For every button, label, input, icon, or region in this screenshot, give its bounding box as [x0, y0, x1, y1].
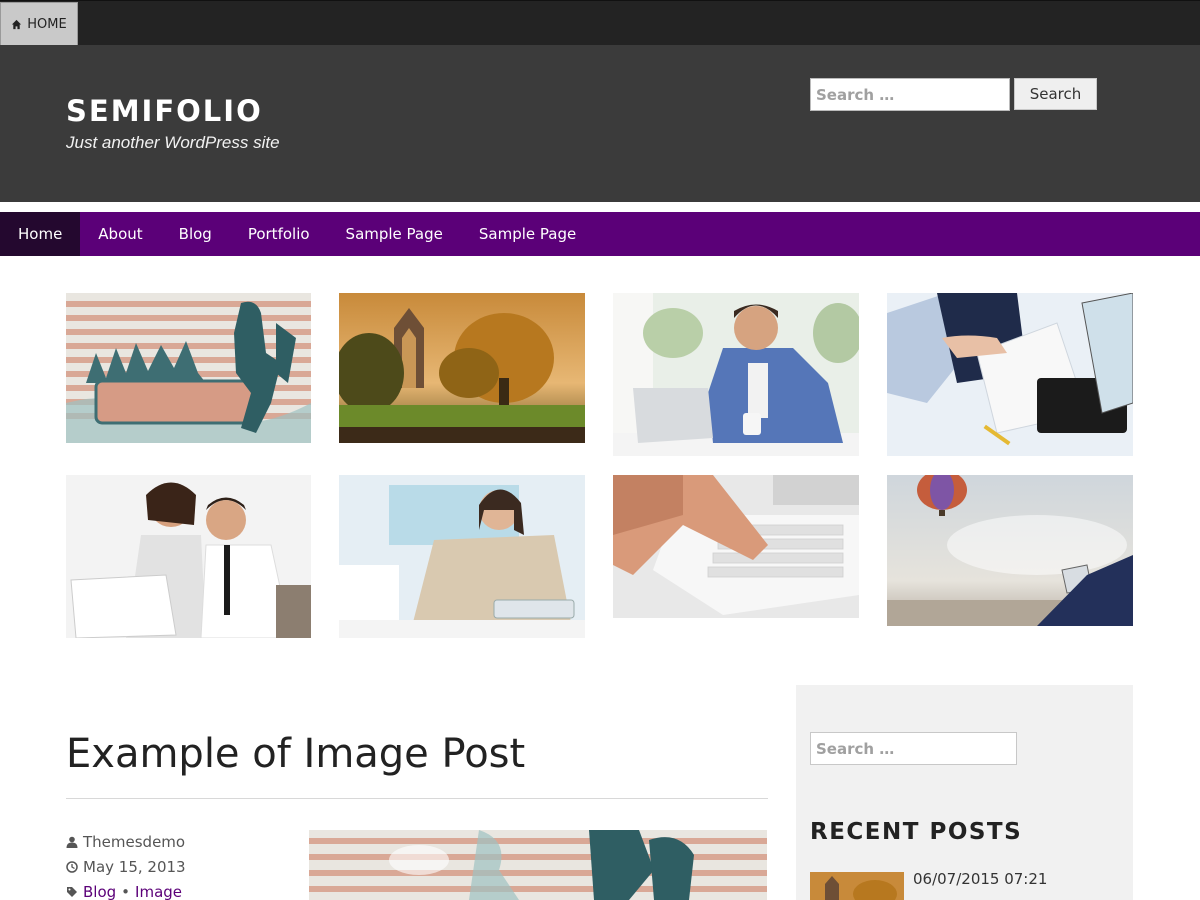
user-icon: [66, 836, 78, 848]
nav-item-sample-page[interactable]: Sample Page: [328, 212, 461, 256]
gallery-image-abbey[interactable]: [339, 293, 585, 443]
home-button-label: HOME: [27, 16, 67, 32]
post-title[interactable]: Example of Image Post: [66, 731, 525, 777]
post-date-text[interactable]: May 15, 2013: [83, 858, 186, 876]
gallery-image-hand-keyboard[interactable]: [613, 475, 859, 618]
gallery-image-business-documents[interactable]: [887, 293, 1133, 456]
site-title[interactable]: SEMIFOLIO: [66, 94, 263, 128]
category-link-image[interactable]: Image: [135, 883, 182, 900]
main-navigation: Home About Blog Portfolio Sample Page Sa…: [0, 212, 1200, 256]
recent-post-date[interactable]: 06/07/2015 07:21: [913, 870, 1047, 888]
nav-item-about[interactable]: About: [80, 212, 160, 256]
category-separator: •: [121, 883, 131, 900]
category-link-blog[interactable]: Blog: [83, 883, 116, 900]
recent-posts-heading: RECENT POSTS: [810, 819, 1023, 845]
gallery-image-balloon-sky[interactable]: [887, 475, 1133, 626]
header-search-input[interactable]: [810, 78, 1010, 111]
gallery-image-couple-laptop[interactable]: [66, 475, 311, 638]
site-header: SEMIFOLIO Just another WordPress site Se…: [0, 45, 1200, 202]
recent-post-thumbnail[interactable]: [810, 872, 904, 900]
nav-item-home[interactable]: Home: [0, 212, 81, 256]
sidebar: RECENT POSTS 06/07/2015 07:21: [796, 685, 1133, 900]
post-date: May 15, 2013: [66, 858, 186, 876]
post-title-divider: [66, 798, 768, 799]
gallery-image-woman-tablet[interactable]: [339, 475, 585, 638]
header-gap: [0, 202, 1200, 212]
nav-item-portfolio[interactable]: Portfolio: [230, 212, 328, 256]
nav-item-blog[interactable]: Blog: [161, 212, 230, 256]
post-author: Themesdemo: [66, 833, 185, 851]
tag-icon: [67, 887, 77, 897]
home-button[interactable]: HOME: [0, 2, 78, 46]
post-author-name[interactable]: Themesdemo: [83, 833, 185, 851]
sidebar-search-input[interactable]: [810, 732, 1017, 765]
nav-item-sample-page-2[interactable]: Sample Page: [461, 212, 594, 256]
clock-icon: [66, 861, 78, 873]
top-bar: HOME: [0, 0, 1200, 46]
gallery-image-man-laptop[interactable]: [613, 293, 859, 456]
home-icon: [12, 19, 22, 29]
gallery-image-concert[interactable]: [66, 293, 311, 443]
post-featured-image[interactable]: [309, 830, 767, 900]
post-categories: Blog • Image: [66, 883, 182, 900]
header-search-button[interactable]: Search: [1014, 78, 1097, 110]
site-tagline: Just another WordPress site: [66, 133, 280, 152]
